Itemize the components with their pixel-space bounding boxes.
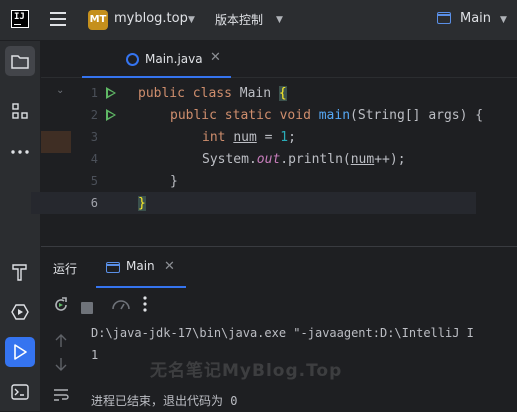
java-class-icon <box>126 53 139 66</box>
vcs-widget[interactable]: 版本控制 <box>215 11 263 28</box>
logo-text: IJ <box>14 12 25 22</box>
run-gutter-icon[interactable] <box>106 87 116 99</box>
run-tool-icon[interactable] <box>5 337 35 367</box>
code-line-3: int num = 1; <box>202 130 296 145</box>
more-options-icon[interactable] <box>143 296 147 316</box>
close-icon[interactable]: ✕ <box>210 50 221 65</box>
project-badge[interactable]: MT <box>88 10 108 30</box>
tab-label: Main.java <box>145 52 203 66</box>
build-hammer-icon[interactable] <box>5 257 35 287</box>
watermark: 无名笔记MyBlog.Top <box>150 361 343 381</box>
code-line-2: public static void main(String[] args) { <box>170 108 484 123</box>
chevron-down-icon[interactable]: ▼ <box>188 15 195 25</box>
run-config-icon <box>437 12 451 24</box>
close-icon[interactable]: ✕ <box>164 259 175 274</box>
line-number: 2 <box>90 108 98 122</box>
main-menu-icon[interactable] <box>50 12 66 26</box>
fold-icon[interactable]: ⌄ <box>56 85 64 96</box>
scroll-up-icon[interactable] <box>55 333 67 352</box>
line-number: 3 <box>90 130 98 144</box>
tab-active-indicator <box>96 286 186 288</box>
soft-wrap-icon[interactable] <box>53 387 69 406</box>
code-line-1: public class Main { <box>138 86 287 101</box>
scroll-down-icon[interactable] <box>55 356 67 375</box>
terminal-icon[interactable] <box>5 377 35 407</box>
line-number: 4 <box>90 152 98 166</box>
run-tab-main[interactable]: Main <box>126 259 155 273</box>
console-exit-message: 进程已结束，退出代码为 0 <box>91 394 238 408</box>
project-icon[interactable] <box>5 46 35 76</box>
run-config-selector[interactable]: Main <box>460 11 491 26</box>
services-icon[interactable] <box>5 297 35 327</box>
console-output-line: 1 <box>91 348 99 362</box>
gutter-marker <box>41 131 71 153</box>
title-bar: IJ MT myblog.top ▼ 版本控制 ▼ Main ▼ <box>0 0 517 41</box>
line-number: 5 <box>90 174 98 188</box>
left-tool-strip <box>0 41 41 411</box>
more-tools-icon[interactable] <box>5 137 35 167</box>
project-name[interactable]: myblog.top <box>114 11 188 26</box>
editor-tab-bar: Main.java ✕ <box>41 41 517 78</box>
console-command-line: D:\java-jdk-17\bin\java.exe "-javaagent:… <box>91 326 474 340</box>
structure-icon[interactable] <box>5 96 35 126</box>
code-line-4: System.out.println(num++); <box>202 152 406 167</box>
chevron-down-icon[interactable]: ▼ <box>500 15 507 25</box>
run-panel-title: 运行 <box>53 262 78 276</box>
line-number: 6 <box>90 196 98 210</box>
line-number: 1 <box>90 86 98 100</box>
chevron-down-icon[interactable]: ▼ <box>276 15 283 25</box>
run-gutter-icon[interactable] <box>106 109 116 121</box>
code-line-5: } <box>170 174 178 189</box>
tab-main-java[interactable]: Main.java ✕ <box>82 41 231 77</box>
code-line-6: } <box>138 196 146 211</box>
rerun-icon[interactable] <box>53 297 69 317</box>
dump-threads-icon[interactable] <box>111 297 131 317</box>
stop-icon[interactable] <box>81 299 93 318</box>
run-config-icon <box>106 262 120 273</box>
intellij-logo-icon[interactable]: IJ <box>11 10 29 28</box>
